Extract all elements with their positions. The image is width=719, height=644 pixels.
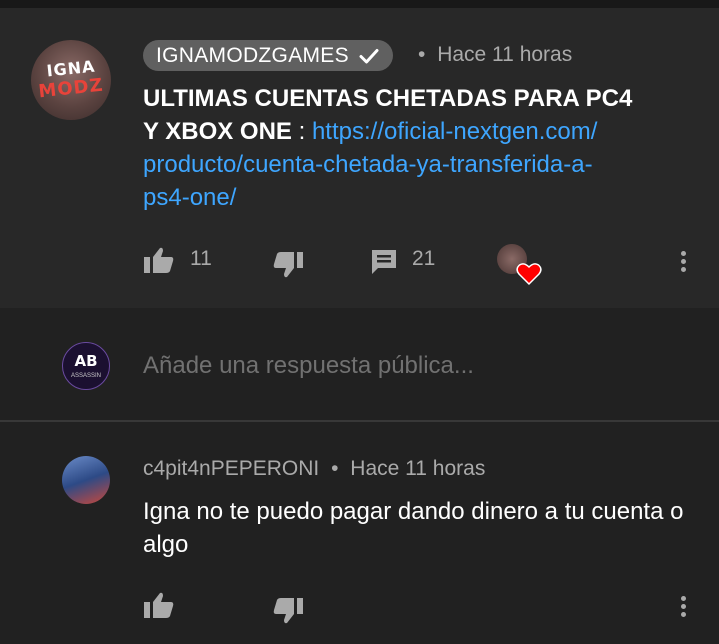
verified-check-icon — [359, 48, 379, 63]
like-icon[interactable] — [143, 591, 175, 619]
comment-body: ULTIMAS CUENTAS CHETADAS PARA PC4 Y XBOX… — [143, 82, 703, 214]
more-options-icon[interactable] — [679, 596, 687, 620]
comment-title: Y XBOX ONE — [143, 118, 292, 145]
reply-icon[interactable] — [370, 248, 398, 276]
author-avatar[interactable]: IGNA MODZ — [31, 40, 111, 120]
separator-dot: • — [418, 43, 426, 66]
avatar-subtext: ASSASSIN — [70, 373, 101, 379]
like-icon[interactable] — [143, 246, 175, 274]
top-strip — [0, 0, 719, 8]
author-badge[interactable]: IGNAMODZGAMES — [143, 40, 393, 71]
colon: : — [291, 118, 312, 145]
divider — [0, 420, 719, 422]
avatar-text: AB — [74, 352, 98, 370]
heart-icon — [516, 263, 542, 286]
comment-link[interactable]: https://oficial-nextgen.com/ — [312, 118, 597, 145]
comment-link[interactable]: producto/cuenta-chetada-ya-transferida-a… — [143, 151, 593, 178]
reply-comment-header: c4pit4nPEPERONI • Hace 11 horas — [143, 457, 485, 481]
reply-author-avatar[interactable] — [62, 456, 110, 504]
comment-title: ULTIMAS CUENTAS CHETADAS PARA PC4 — [143, 85, 633, 112]
dislike-icon[interactable] — [272, 251, 304, 279]
more-options-icon[interactable] — [679, 251, 687, 275]
reply-comment-text: Igna no te puedo pagar dando dinero a tu… — [143, 498, 684, 558]
reply-author-name[interactable]: c4pit4nPEPERONI — [143, 457, 319, 480]
public-reply-input[interactable]: Añade una respuesta pública... — [143, 352, 474, 380]
time-text: Hace 11 horas — [437, 43, 573, 66]
time-text: Hace 11 horas — [350, 457, 486, 480]
author-name: IGNAMODZGAMES — [156, 43, 349, 67]
comment-link[interactable]: ps4-one/ — [143, 184, 236, 211]
separator-dot: • — [331, 457, 339, 480]
dislike-icon[interactable] — [272, 597, 304, 625]
user-avatar: AB ASSASSIN — [62, 342, 110, 390]
reply-count: 21 — [412, 247, 436, 270]
comment-timestamp: • Hace 11 horas — [418, 43, 572, 67]
like-count: 11 — [190, 247, 212, 270]
